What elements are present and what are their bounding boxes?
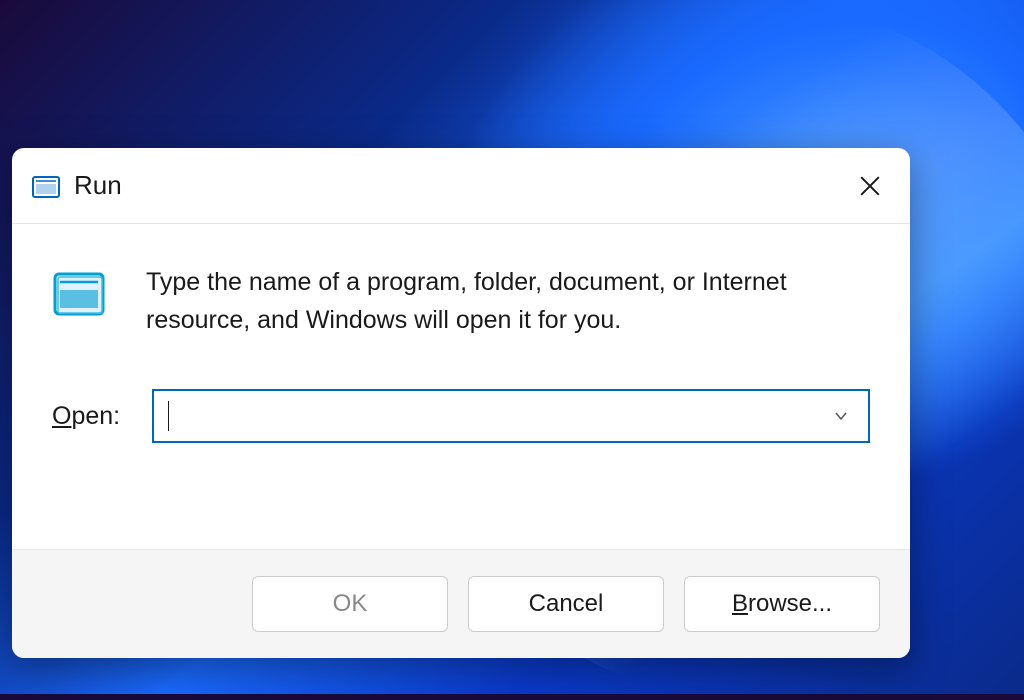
open-label: Open: — [52, 402, 152, 431]
open-input[interactable] — [166, 391, 826, 441]
open-combobox[interactable] — [152, 389, 870, 443]
titlebar: Run — [12, 148, 910, 224]
button-bar: OK Cancel Browse... — [12, 549, 910, 658]
text-cursor — [168, 401, 169, 431]
cancel-button[interactable]: Cancel — [468, 576, 664, 632]
chevron-down-icon[interactable] — [826, 401, 856, 431]
dialog-content: Type the name of a program, folder, docu… — [12, 224, 910, 549]
run-icon-large — [52, 268, 106, 322]
input-row: Open: — [52, 389, 880, 443]
ok-button[interactable]: OK — [252, 576, 448, 632]
description-row: Type the name of a program, folder, docu… — [52, 264, 880, 339]
close-icon — [859, 175, 881, 197]
browse-button[interactable]: Browse... — [684, 576, 880, 632]
dialog-description: Type the name of a program, folder, docu… — [146, 264, 846, 339]
close-button[interactable] — [850, 166, 890, 206]
dialog-title: Run — [74, 170, 850, 201]
run-dialog: Run Type the name of a program, folder, … — [12, 148, 910, 658]
run-icon — [32, 176, 60, 198]
